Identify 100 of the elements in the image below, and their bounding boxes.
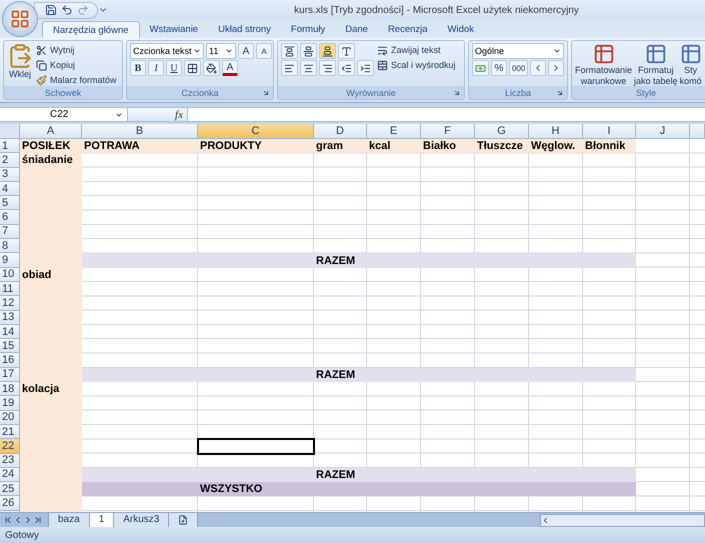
align-top-button[interactable] bbox=[281, 43, 298, 59]
table-cell[interactable] bbox=[20, 496, 82, 511]
column-header[interactable]: F bbox=[421, 124, 475, 139]
table-cell[interactable]: POTRAWA bbox=[82, 139, 198, 154]
ribbon-tab[interactable]: Formuły bbox=[280, 21, 336, 38]
dialog-launcher-icon[interactable] bbox=[262, 88, 270, 96]
merge-center-button[interactable]: Scal i wyśrodkuj bbox=[377, 58, 456, 72]
column-header[interactable]: C bbox=[198, 124, 314, 139]
wrap-text-button[interactable]: Zawijaj tekst bbox=[377, 43, 456, 57]
row-header[interactable]: 18 bbox=[0, 382, 20, 396]
table-cell[interactable]: Węglow. bbox=[529, 139, 583, 154]
row-header[interactable]: 8 bbox=[0, 239, 20, 254]
row-header[interactable]: 21 bbox=[0, 424, 20, 440]
table-cell[interactable]: Błonnik bbox=[583, 139, 636, 154]
row-header[interactable]: 3 bbox=[0, 168, 20, 182]
table-cell[interactable]: kolacja bbox=[20, 382, 82, 396]
column-header[interactable]: J bbox=[636, 124, 690, 139]
table-cell[interactable]: PRODUKTY bbox=[198, 139, 314, 154]
row-header[interactable]: 22 bbox=[0, 439, 20, 454]
table-cell[interactable] bbox=[583, 368, 636, 382]
table-cell[interactable]: RAZEM bbox=[314, 468, 367, 482]
horizontal-scrollbar[interactable] bbox=[540, 514, 705, 526]
table-cell[interactable]: Białko bbox=[421, 139, 475, 154]
row-header[interactable]: 13 bbox=[0, 310, 20, 325]
row-header[interactable]: 1 bbox=[0, 139, 20, 154]
font-size-field[interactable]: 11 bbox=[206, 43, 236, 59]
first-sheet-icon[interactable] bbox=[3, 515, 13, 525]
column-header[interactable]: H bbox=[529, 124, 583, 139]
increase-decimal-button[interactable] bbox=[530, 60, 546, 76]
table-cell[interactable] bbox=[82, 482, 198, 496]
row-header[interactable]: 9 bbox=[0, 253, 20, 268]
column-header[interactable]: D bbox=[314, 124, 367, 139]
table-cell[interactable]: śniadanie bbox=[20, 153, 82, 168]
font-name-field[interactable]: Czcionka tekst bbox=[130, 43, 204, 59]
column-header[interactable]: I bbox=[583, 124, 636, 139]
row-header[interactable]: 6 bbox=[0, 210, 20, 225]
table-cell[interactable] bbox=[583, 482, 636, 496]
column-header[interactable]: G bbox=[475, 124, 529, 139]
row-header[interactable]: 20 bbox=[0, 410, 20, 425]
active-cell[interactable] bbox=[198, 439, 314, 454]
row-header[interactable]: 17 bbox=[0, 368, 20, 382]
row-header[interactable]: 10 bbox=[0, 268, 20, 282]
ribbon-tab[interactable]: Układ strony bbox=[208, 21, 281, 38]
format-painter-button[interactable]: Malarz formatów bbox=[36, 73, 117, 87]
thousands-button[interactable]: 000 bbox=[509, 60, 528, 76]
align-left-button[interactable] bbox=[281, 60, 298, 76]
dialog-launcher-icon[interactable] bbox=[453, 88, 461, 96]
save-icon[interactable] bbox=[45, 4, 57, 16]
table-cell[interactable] bbox=[82, 368, 198, 382]
bold-button[interactable]: B bbox=[130, 60, 146, 76]
row-header[interactable]: 23 bbox=[0, 454, 20, 468]
row-header[interactable]: 15 bbox=[0, 339, 20, 354]
table-cell[interactable]: WSZYSTKO bbox=[198, 482, 314, 496]
decrease-indent-button[interactable] bbox=[338, 60, 355, 76]
row-header[interactable]: 14 bbox=[0, 324, 20, 340]
percent-button[interactable]: % bbox=[491, 60, 507, 76]
table-cell[interactable]: gram bbox=[314, 139, 367, 154]
grow-font-button[interactable]: A bbox=[238, 43, 254, 59]
borders-button[interactable] bbox=[184, 60, 201, 76]
table-cell[interactable]: Tłuszcze bbox=[475, 139, 529, 154]
row-header[interactable]: 5 bbox=[0, 196, 20, 210]
row-header[interactable]: 12 bbox=[0, 296, 20, 311]
insert-function-button[interactable]: fx bbox=[128, 108, 188, 121]
column-header[interactable]: A bbox=[20, 124, 82, 139]
row-header[interactable]: 24 bbox=[0, 468, 20, 482]
select-all-button[interactable] bbox=[0, 124, 20, 139]
italic-button[interactable]: I bbox=[148, 60, 164, 76]
table-cell[interactable] bbox=[82, 253, 198, 268]
format-table-button[interactable]: Formatuj jako tabelę bbox=[634, 43, 678, 87]
column-header[interactable]: E bbox=[367, 124, 421, 139]
copy-button[interactable]: Kopiuj bbox=[36, 58, 117, 72]
underline-button[interactable]: U bbox=[166, 60, 182, 76]
sheet-tab[interactable]: baza bbox=[48, 512, 90, 528]
row-header[interactable]: 4 bbox=[0, 182, 20, 196]
cell-styles-button[interactable]: Sty komó bbox=[680, 43, 702, 87]
fill-color-button[interactable] bbox=[203, 60, 220, 76]
row-header[interactable]: 11 bbox=[0, 282, 20, 296]
row-header[interactable]: 26 bbox=[0, 496, 20, 511]
row-header[interactable]: 19 bbox=[0, 396, 20, 411]
table-cell[interactable]: POSIŁEK bbox=[20, 139, 82, 154]
table-cell[interactable] bbox=[583, 468, 636, 482]
ribbon-tab[interactable]: Dane bbox=[335, 21, 378, 38]
row-header[interactable]: 16 bbox=[0, 353, 20, 368]
align-bottom-button[interactable] bbox=[319, 43, 336, 59]
align-center-button[interactable] bbox=[300, 60, 317, 76]
undo-icon[interactable] bbox=[61, 4, 73, 16]
table-cell[interactable] bbox=[82, 468, 198, 482]
align-middle-button[interactable] bbox=[300, 43, 317, 59]
ribbon-tab[interactable]: Wstawianie bbox=[140, 21, 208, 38]
number-format-field[interactable]: Ogólne bbox=[472, 43, 564, 59]
table-cell[interactable] bbox=[583, 253, 636, 268]
shrink-font-button[interactable]: A bbox=[256, 43, 272, 59]
row-header[interactable]: 7 bbox=[0, 224, 20, 240]
align-right-button[interactable] bbox=[319, 60, 336, 76]
table-cell[interactable]: RAZEM bbox=[314, 253, 367, 268]
decrease-decimal-button[interactable] bbox=[548, 60, 564, 76]
increase-indent-button[interactable] bbox=[357, 60, 374, 76]
redo-icon[interactable] bbox=[77, 4, 89, 16]
font-color-button[interactable]: A bbox=[222, 60, 238, 76]
sheet-tab[interactable]: 1 bbox=[88, 512, 114, 528]
